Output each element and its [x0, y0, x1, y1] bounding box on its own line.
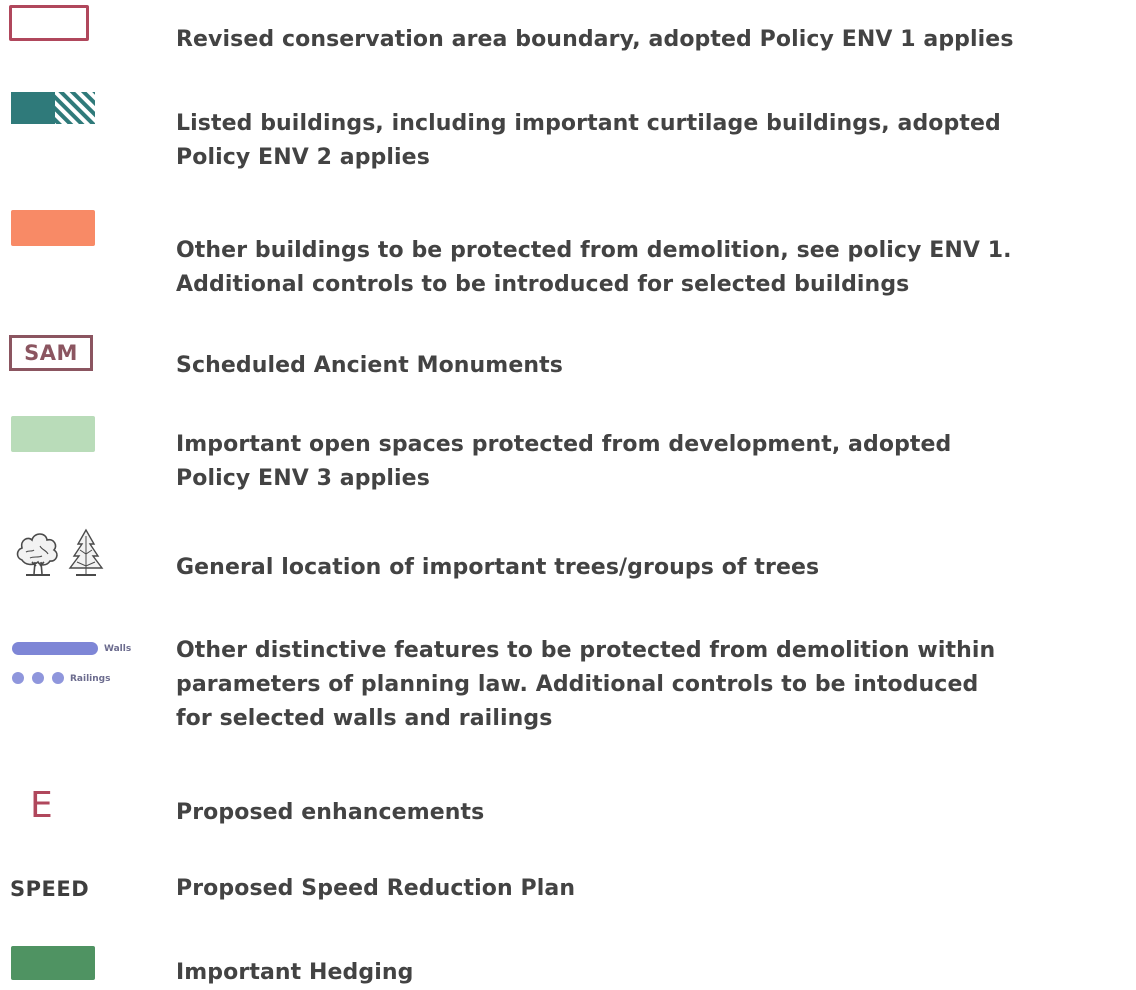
walls-label: Walls [104, 644, 132, 654]
legend-text-other-buildings: Other buildings to be protected from dem… [176, 238, 1012, 297]
orange-swatch-icon [11, 210, 95, 246]
dark-green-swatch-icon [11, 946, 95, 980]
legend-text-trees: General location of important trees/grou… [176, 555, 820, 580]
legend-text-open-spaces: Important open spaces protected from dev… [176, 432, 952, 491]
listed-building-icon [11, 92, 95, 124]
legend-text-enhancements: Proposed enhancements [176, 800, 485, 825]
sam-label-icon: SAM [9, 335, 93, 371]
boundary-outline-icon [9, 5, 89, 41]
map-legend: Revised conservation area boundary, adop… [0, 0, 1136, 989]
legend-text-hedging: Important Hedging [176, 960, 414, 985]
legend-text-listed-buildings: Listed buildings, including important cu… [176, 111, 1001, 170]
trees-icon [16, 528, 104, 576]
speed-label-icon: SPEED [10, 877, 90, 901]
railings-label: Railings [70, 674, 111, 684]
railing-dot-icon [12, 672, 24, 684]
railing-dot-icon [32, 672, 44, 684]
walls-railings-symbol: Walls Railings [10, 634, 174, 694]
legend-text-walls-railings: Other distinctive features to be protect… [176, 638, 996, 731]
legend-text-sam: Scheduled Ancient Monuments [176, 353, 563, 378]
enhancement-letter-icon: E [30, 785, 53, 826]
wall-line-icon [12, 642, 98, 655]
legend-text-boundary: Revised conservation area boundary, adop… [176, 27, 1014, 52]
legend-text-speed: Proposed Speed Reduction Plan [176, 876, 576, 901]
light-green-swatch-icon [11, 416, 95, 452]
railing-dot-icon [52, 672, 64, 684]
